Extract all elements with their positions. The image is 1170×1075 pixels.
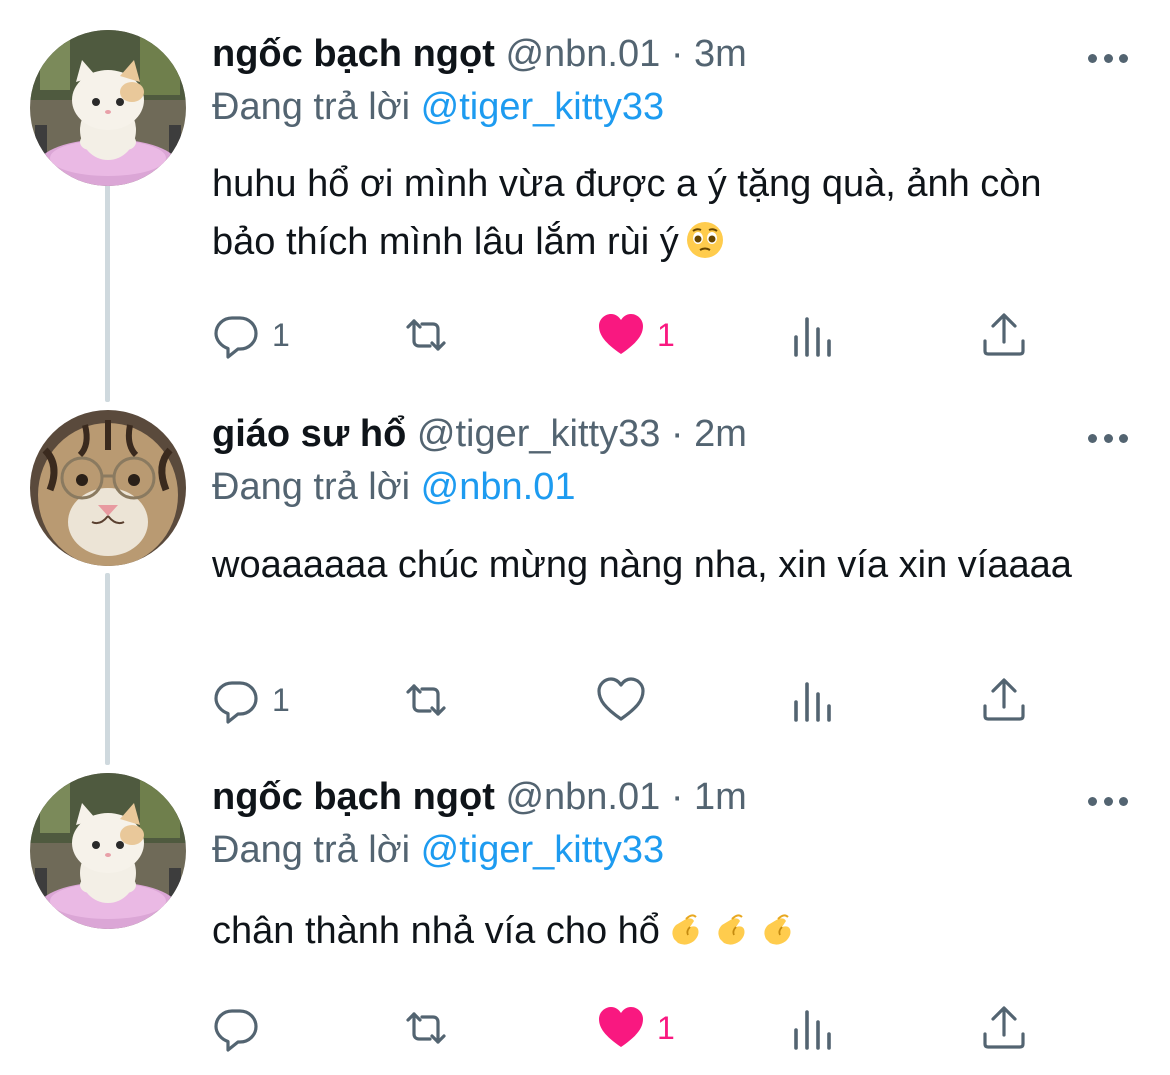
display-name[interactable]: ngốc bạch ngọt [212,776,495,818]
more-options-button[interactable] [1088,791,1128,811]
more-icon [1088,796,1097,806]
retweet-icon [406,319,446,351]
share-icon [983,1006,1025,1049]
more-icon-dot [1119,53,1128,63]
more-icon [1088,433,1097,443]
separator-dot: · [670,413,684,455]
tiger-plush-avatar-image [30,410,186,566]
separator-dot: · [670,33,684,75]
avatar[interactable] [30,410,186,566]
retweet-icon [406,1012,446,1044]
more-icon-dot [1119,796,1128,806]
like-count: 1 [657,317,675,353]
reply-button[interactable]: 1 [212,675,290,725]
share-icon [983,678,1025,721]
tweet[interactable]: ngốc bạch ngọt @nbn.01 · 3m Đang trả lời… [0,30,1170,370]
retweet-button[interactable] [402,310,450,360]
more-icon-dot [1119,433,1128,443]
pleading-face-emoji [685,220,725,260]
views-icon [794,1010,831,1050]
tweet-actions: 1 [212,1003,1042,1053]
tweet-text: chân thành nhả vía cho hổ [212,902,1092,960]
more-options-button[interactable] [1088,48,1128,68]
tweet-text-content: huhu hổ ơi mình vừa được a ý tặng quà, ả… [212,163,1042,263]
more-icon-dot [1103,796,1113,806]
like-button[interactable] [597,675,657,725]
more-icon-dot [1103,433,1113,443]
retweet-icon [406,684,446,716]
display-name[interactable]: ngốc bạch ngọt [212,33,495,75]
heart-icon [599,314,643,354]
replying-to-mention[interactable]: @tiger_kitty33 [421,829,664,871]
share-button[interactable] [980,310,1028,360]
like-count: 1 [657,1010,675,1046]
replying-prefix: Đang trả lời [212,829,411,871]
timestamp[interactable]: 3m [694,33,747,75]
replying-to-mention[interactable]: @nbn.01 [421,466,576,508]
pinching-hand-emoji [712,909,752,949]
replying-to: Đang trả lời @tiger_kitty33 [212,83,1092,131]
views-icon [794,682,831,722]
replying-prefix: Đang trả lời [212,86,411,128]
reply-icon [214,316,258,359]
replying-to-mention[interactable]: @tiger_kitty33 [421,86,664,128]
views-button[interactable] [790,1003,838,1053]
views-button[interactable] [790,675,838,725]
tweet-header: ngốc bạch ngọt @nbn.01 · 3m [212,30,1092,78]
replying-to: Đang trả lời @tiger_kitty33 [212,826,1092,874]
heart-icon [599,1007,643,1047]
heart-outline-icon [597,677,645,721]
replying-to: Đang trả lời @nbn.01 [212,463,1092,511]
user-handle[interactable]: @tiger_kitty33 [417,413,660,455]
views-button[interactable] [790,310,838,360]
display-name[interactable]: giáo sư hổ [212,413,406,455]
pinching-hand-emoji [666,909,706,949]
reply-count: 1 [272,682,290,718]
like-button[interactable]: 1 [597,1003,675,1053]
reply-icon [214,1009,258,1052]
user-handle[interactable]: @nbn.01 [505,33,660,75]
avatar[interactable] [30,773,186,929]
avatar[interactable] [30,30,186,186]
reply-button[interactable] [212,1003,272,1053]
share-icon [983,313,1025,356]
tweet-actions: 1 [212,675,1042,725]
replying-prefix: Đang trả lời [212,466,411,508]
views-icon [794,317,831,357]
tweet-text-content: chân thành nhả vía cho hổ [212,910,660,952]
pinching-hand-emoji [758,909,798,949]
cat-plush-avatar-image [30,773,186,929]
more-icon [1088,53,1097,63]
tweet-text: woaaaaaa chúc mừng nàng nha, xin vía xin… [212,539,1072,591]
reply-button[interactable]: 1 [212,310,290,360]
cat-plush-avatar-image [30,30,186,186]
separator-dot: · [670,776,684,818]
share-button[interactable] [980,1003,1028,1053]
tweet-header: ngốc bạch ngọt @nbn.01 · 1m [212,773,1092,821]
tweet-text: huhu hổ ơi mình vừa được a ý tặng quà, ả… [212,155,1092,271]
tweet[interactable]: ngốc bạch ngọt @nbn.01 · 1m Đang trả lời… [0,773,1170,1063]
share-button[interactable] [980,675,1028,725]
tweet-header: giáo sư hổ @tiger_kitty33 · 2m [212,410,1092,458]
timestamp[interactable]: 1m [694,776,747,818]
retweet-button[interactable] [402,1003,450,1053]
reply-count: 1 [272,317,290,353]
tweet-text-content: woaaaaaa chúc mừng nàng nha, xin vía xin… [212,544,1072,586]
tweet[interactable]: giáo sư hổ @tiger_kitty33 · 2m Đang trả … [0,410,1170,730]
retweet-button[interactable] [402,675,450,725]
more-options-button[interactable] [1088,428,1128,448]
more-icon-dot [1103,53,1113,63]
timestamp[interactable]: 2m [694,413,747,455]
tweet-actions: 1 1 [212,310,1042,360]
like-button[interactable]: 1 [597,310,675,360]
user-handle[interactable]: @nbn.01 [505,776,660,818]
reply-icon [214,681,258,724]
